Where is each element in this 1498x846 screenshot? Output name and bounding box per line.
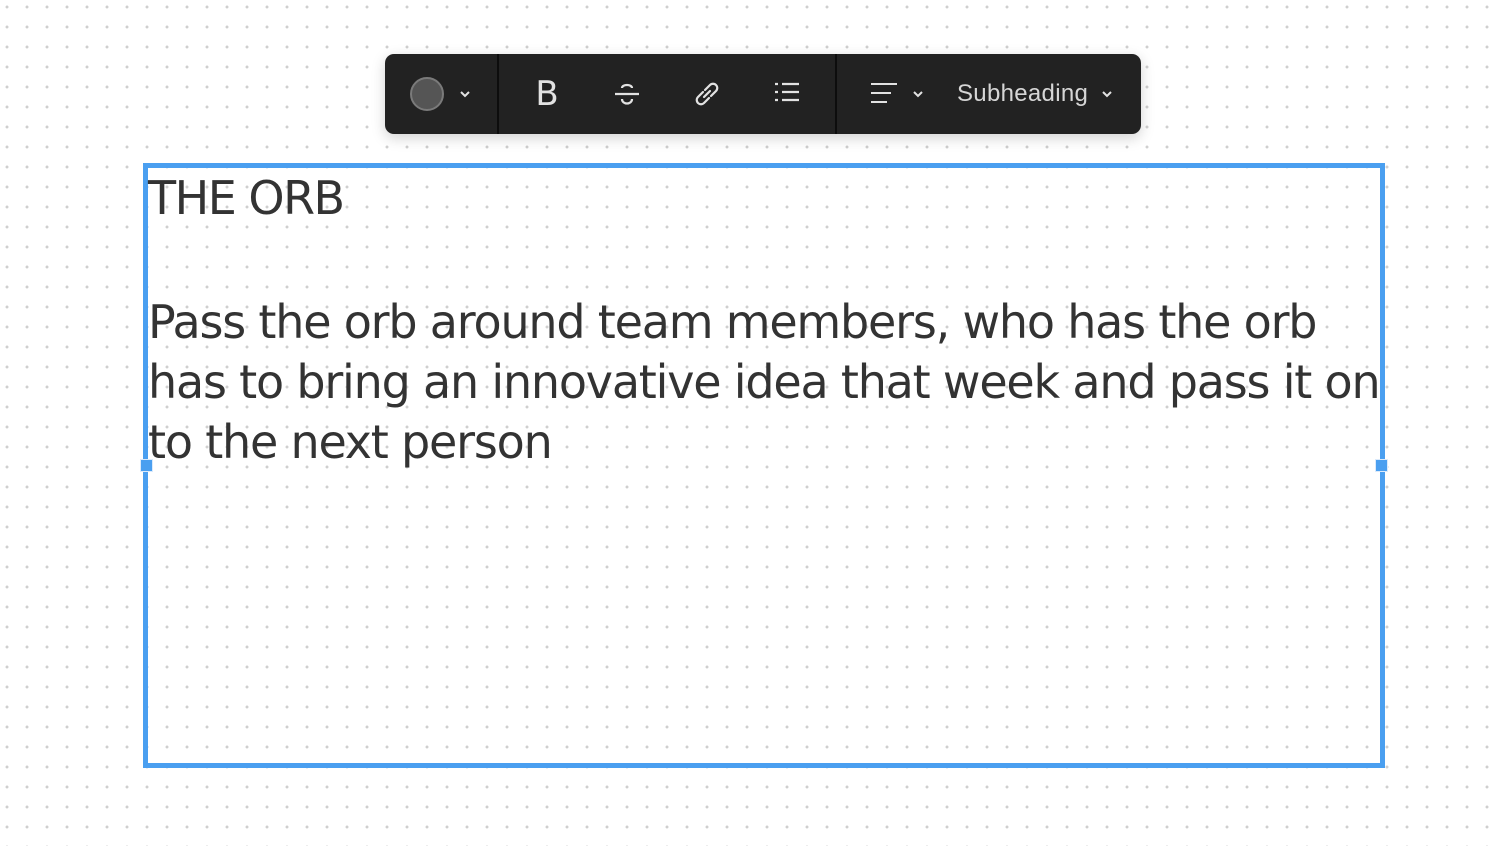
text-style-dropdown[interactable]: Subheading: [947, 54, 1114, 134]
chevron-down-icon: [1102, 91, 1112, 98]
color-picker-button[interactable]: [385, 54, 497, 134]
alignment-button[interactable]: [837, 54, 947, 134]
bullet-list-button[interactable]: [747, 54, 827, 134]
formatting-toolbar: B Subheading: [385, 54, 1141, 134]
chevron-down-icon: [913, 91, 923, 98]
bulleted-list-icon: [775, 82, 799, 102]
link-icon: [695, 82, 719, 106]
color-swatch-icon: [410, 77, 444, 111]
bold-icon: B: [535, 74, 559, 114]
text-box-heading: THE ORB: [148, 171, 345, 225]
link-button[interactable]: [667, 54, 747, 134]
chevron-down-icon: [460, 91, 470, 98]
text-box[interactable]: THE ORB Pass the orb around team members…: [148, 171, 1381, 472]
align-left-icon: [871, 83, 897, 103]
text-box-paragraph: Pass the orb around team members, who ha…: [148, 295, 1381, 469]
strikethrough-icon: [615, 83, 639, 105]
text-style-label: Subheading: [957, 80, 1089, 107]
strikethrough-button[interactable]: [587, 54, 667, 134]
bold-button[interactable]: B: [507, 54, 587, 134]
